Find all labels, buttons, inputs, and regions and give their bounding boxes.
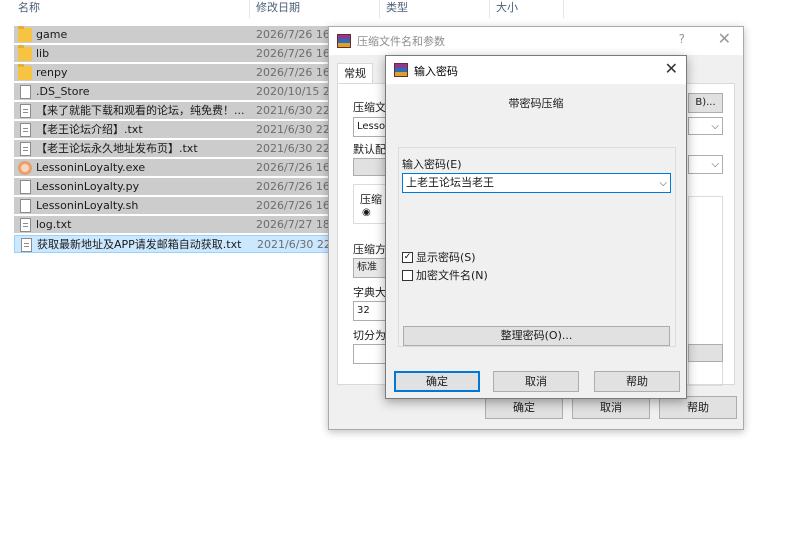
file-name: log.txt	[36, 218, 72, 231]
help-button[interactable]: 帮助	[659, 396, 737, 419]
file-icon	[20, 180, 31, 194]
file-row[interactable]: game 2026/7/26 16:	[14, 26, 332, 44]
text-file-icon	[20, 123, 31, 137]
checkbox-checked-icon[interactable]: ✓	[402, 251, 413, 263]
file-row[interactable]: 【老王论坛永久地址发布页】.txt 2021/6/30 22:	[14, 140, 332, 158]
file-date: 2026/7/26 16:	[256, 199, 332, 212]
file-name: .DS_Store	[36, 85, 90, 98]
chevron-down-icon[interactable]: ⌵	[659, 175, 667, 192]
file-date: 2021/6/30 22:	[257, 238, 333, 251]
winrar-icon	[337, 34, 351, 48]
encrypt-filenames-label: 加密文件名(N)	[416, 269, 488, 282]
file-row-focused[interactable]: 获取最新地址及APP请发邮箱自动获取.txt 2021/6/30 22:	[14, 235, 333, 253]
column-header-type[interactable]: 类型	[382, 0, 490, 18]
cancel-button[interactable]: 取消	[572, 396, 650, 419]
cancel-button[interactable]: 取消	[493, 371, 579, 392]
file-name: 获取最新地址及APP请发邮箱自动获取.txt	[37, 238, 242, 251]
file-icon	[20, 85, 31, 99]
help-button[interactable]: 帮助	[594, 371, 680, 392]
file-row[interactable]: LessoninLoyalty.sh 2026/7/26 16:	[14, 197, 332, 215]
file-row[interactable]: renpy 2026/7/26 16:	[14, 64, 332, 82]
file-date: 2026/7/26 16:	[256, 28, 332, 41]
help-icon[interactable]: ?	[679, 32, 685, 46]
show-password-label: 显示密码(S)	[416, 251, 476, 264]
file-name: lib	[36, 47, 50, 60]
text-file-icon	[21, 238, 32, 252]
file-name: game	[36, 28, 68, 41]
text-file-icon	[20, 218, 31, 232]
browse-button[interactable]: B)...	[688, 93, 723, 113]
file-icon	[20, 199, 31, 213]
set-password-button[interactable]	[688, 344, 723, 362]
file-row[interactable]: LessoninLoyalty.exe 2026/7/26 16:	[14, 159, 332, 177]
file-row[interactable]: log.txt 2026/7/27 18:	[14, 216, 332, 234]
file-date: 2026/7/27 18:	[256, 218, 332, 231]
file-date: 2021/6/30 22:	[256, 104, 332, 117]
checkbox-unchecked-icon[interactable]	[402, 269, 413, 281]
file-row[interactable]: .DS_Store 2020/10/15 23	[14, 83, 332, 101]
file-name: LessoninLoyalty.py	[36, 180, 140, 193]
file-name: 【老王论坛介绍】.txt	[36, 123, 143, 136]
column-header-size[interactable]: 大小	[492, 0, 564, 18]
file-date: 2026/7/26 16:	[256, 161, 332, 174]
folder-icon	[18, 64, 32, 80]
encrypt-filenames-checkbox[interactable]: 加密文件名(N)	[402, 267, 488, 283]
dialog-titlebar[interactable]: 输入密码 ✕	[386, 56, 686, 84]
file-date: 2026/7/26 16:	[256, 180, 332, 193]
close-icon[interactable]: ✕	[665, 59, 678, 78]
password-value: 上老王论坛当老王	[406, 176, 494, 189]
password-input[interactable]: 上老王论坛当老王 ⌵	[402, 173, 671, 193]
app-icon	[18, 161, 32, 175]
file-row[interactable]: LessoninLoyalty.py 2026/7/26 16:	[14, 178, 332, 196]
file-row[interactable]: 【来了就能下载和观看的论坛，纯免费！... 2021/6/30 22:	[14, 102, 332, 120]
show-password-checkbox[interactable]: ✓ 显示密码(S)	[402, 249, 476, 265]
dialog-titlebar[interactable]: 压缩文件名和参数 ? ✕	[329, 27, 743, 55]
organize-passwords-button[interactable]: 整理密码(O)...	[403, 326, 670, 346]
file-date: 2021/6/30 22:	[256, 123, 332, 136]
password-label: 输入密码(E)	[402, 158, 462, 171]
update-mode-dropdown[interactable]: ⌵	[688, 155, 723, 174]
file-row[interactable]: lib 2026/7/26 16:	[14, 45, 332, 63]
file-name: renpy	[36, 66, 68, 79]
file-date: 2020/10/15 23	[256, 85, 332, 98]
file-date: 2026/7/26 16:	[256, 47, 332, 60]
text-file-icon	[20, 104, 31, 118]
dialog-title: 压缩文件名和参数	[357, 35, 445, 48]
ok-button[interactable]: 确定	[485, 396, 563, 419]
file-name: 【老王论坛永久地址发布页】.txt	[36, 142, 198, 155]
chevron-down-icon: ⌵	[711, 159, 719, 170]
file-row[interactable]: 【老王论坛介绍】.txt 2021/6/30 22:	[14, 121, 332, 139]
close-icon[interactable]: ✕	[718, 29, 731, 48]
winrar-icon	[394, 63, 408, 77]
ok-button[interactable]: 确定	[394, 371, 480, 392]
column-header-name[interactable]: 名称	[14, 0, 250, 18]
archive-name-dropdown[interactable]: ⌵	[688, 117, 723, 135]
file-name: LessoninLoyalty.exe	[36, 161, 146, 174]
folder-icon	[18, 45, 32, 61]
enter-password-dialog: 输入密码 ✕ 带密码压缩 输入密码(E) 上老王论坛当老王 ⌵ ✓ 显示密码(S…	[385, 55, 687, 399]
file-date: 2026/7/26 16:	[256, 66, 332, 79]
file-date: 2021/6/30 22:	[256, 142, 332, 155]
dialog-title: 输入密码	[414, 65, 458, 78]
dialog-subtitle: 带密码压缩	[508, 97, 564, 110]
text-file-icon	[20, 142, 31, 156]
chevron-down-icon: ⌵	[711, 121, 719, 132]
file-name: 【来了就能下载和观看的论坛，纯免费！...	[36, 104, 245, 117]
folder-icon	[18, 26, 32, 42]
column-header-date[interactable]: 修改日期	[252, 0, 380, 18]
file-name: LessoninLoyalty.sh	[36, 199, 139, 212]
tab-general[interactable]: 常规	[337, 63, 373, 83]
